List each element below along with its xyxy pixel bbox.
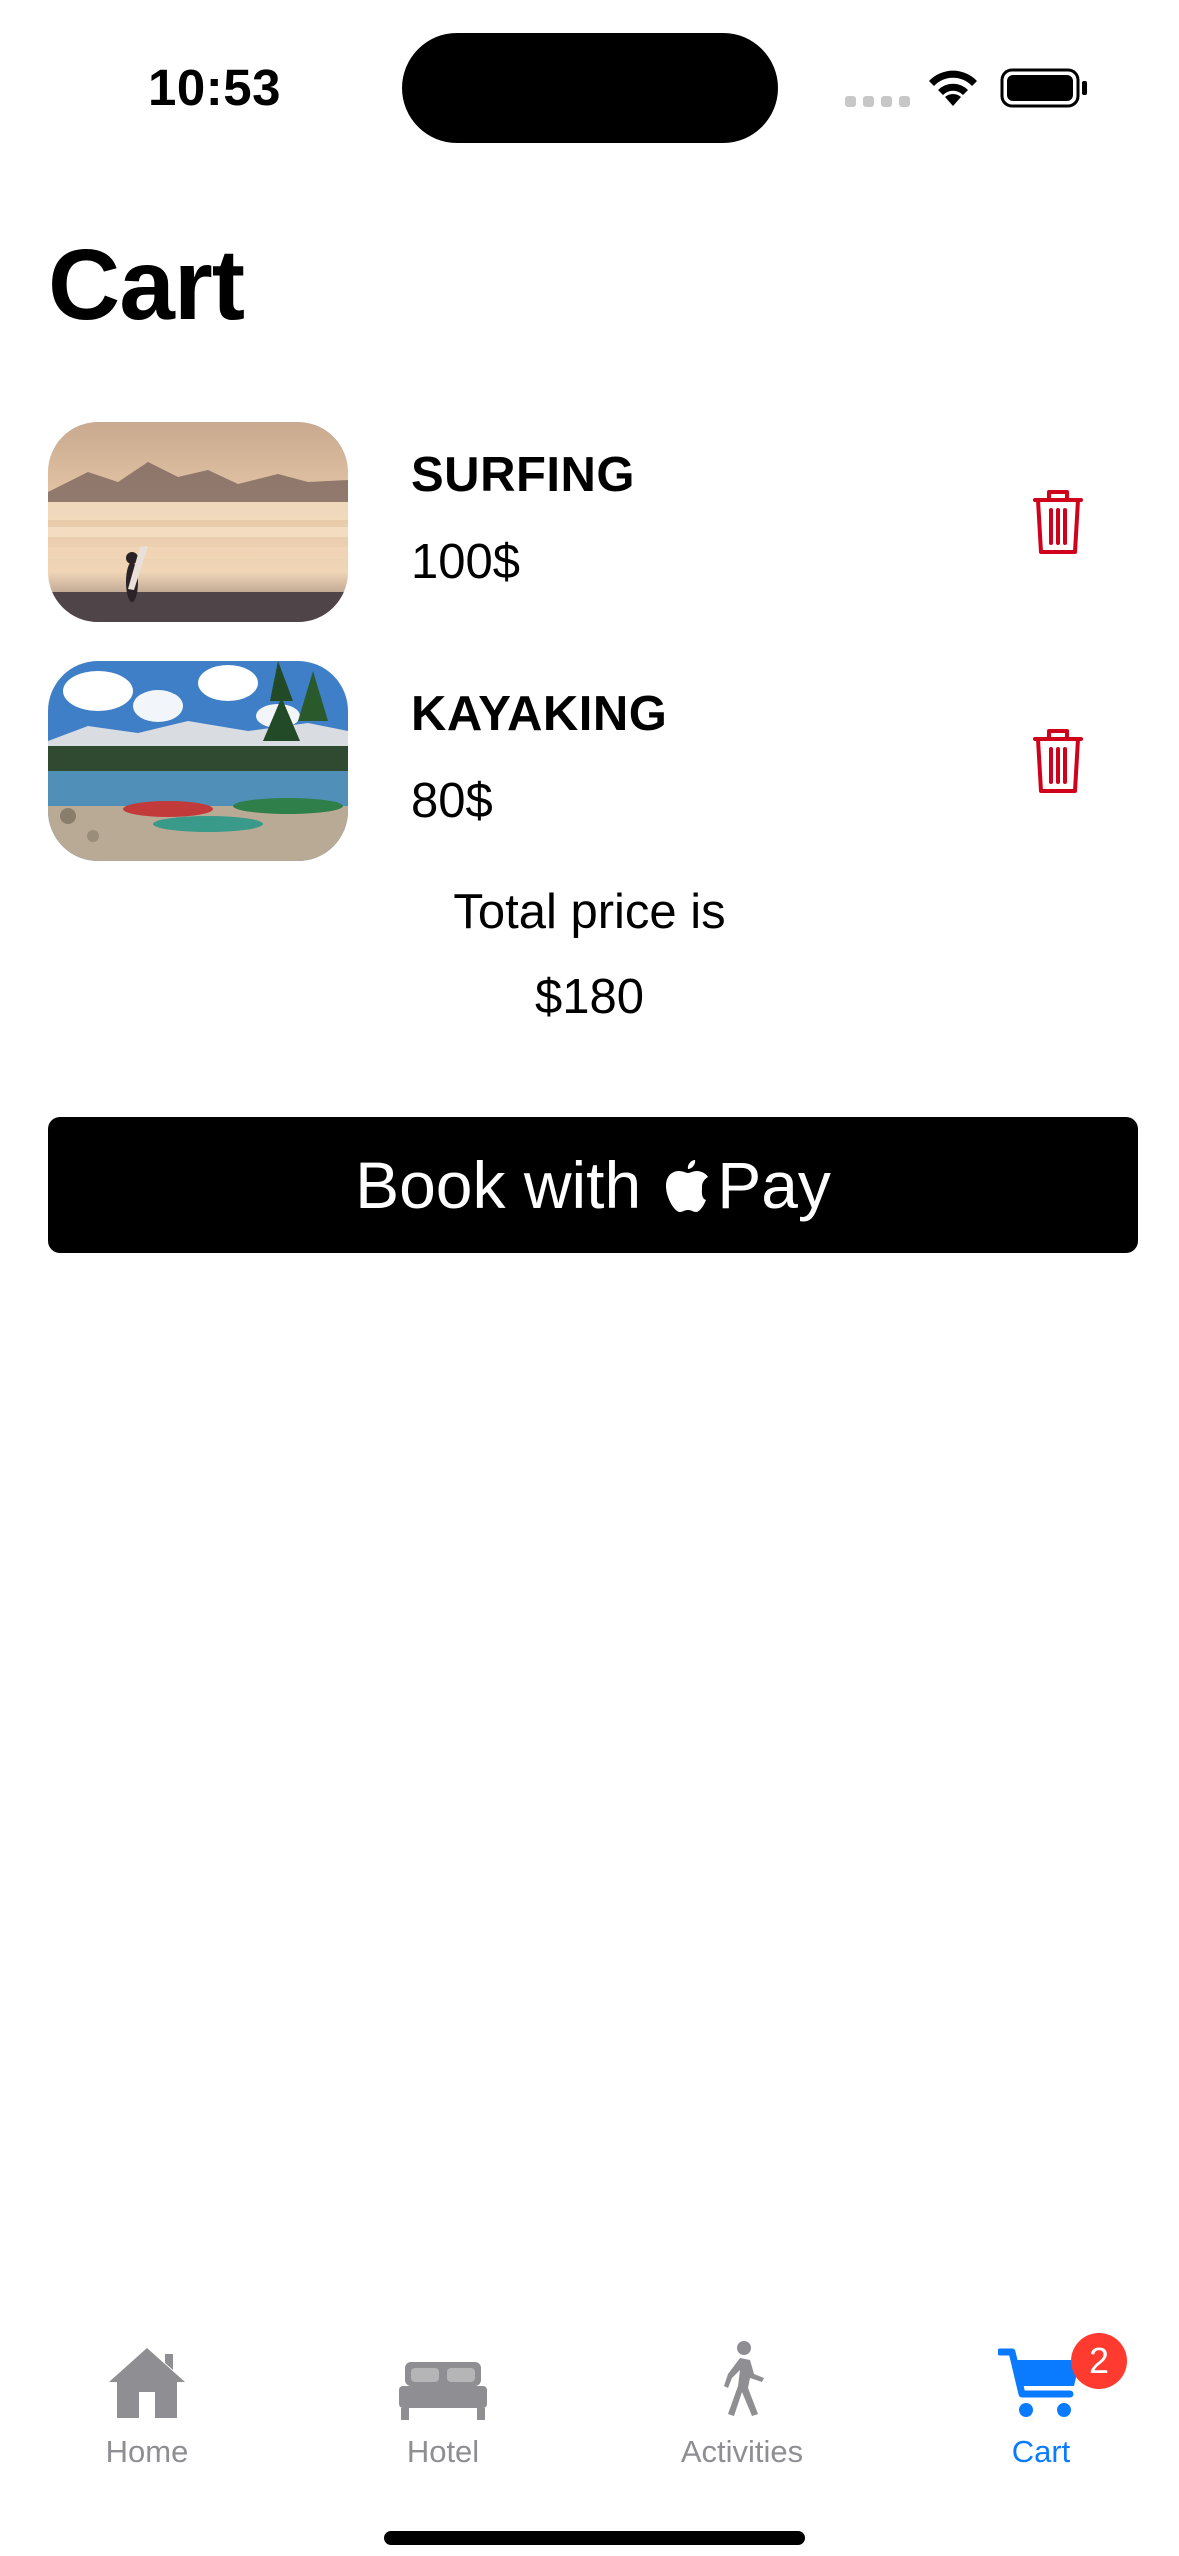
battery-icon bbox=[1000, 68, 1087, 108]
delete-surfing-button[interactable] bbox=[1023, 486, 1093, 558]
item-name: KAYAKING bbox=[411, 687, 668, 741]
tab-label: Cart bbox=[1011, 2434, 1071, 2469]
item-image-surfing bbox=[48, 422, 348, 622]
item-image-kayaking bbox=[48, 661, 348, 861]
tab-label: Activities bbox=[680, 2434, 804, 2469]
trash-icon bbox=[1033, 490, 1083, 554]
cart-count-badge: 2 bbox=[1071, 2333, 1127, 2389]
bed-icon bbox=[399, 2362, 487, 2420]
tab-home[interactable]: Home bbox=[47, 2330, 247, 2470]
cart-item: SURFING 100$ bbox=[48, 422, 1138, 622]
house-icon bbox=[107, 2348, 185, 2418]
page-title: Cart bbox=[48, 229, 245, 341]
tab-label: Hotel bbox=[406, 2434, 480, 2469]
total-price-value: $180 bbox=[534, 970, 644, 1024]
item-price: 100$ bbox=[411, 535, 521, 589]
dynamic-island bbox=[402, 33, 778, 143]
book-with-apple-pay-button[interactable]: Book with Pay bbox=[48, 1117, 1138, 1253]
item-price: 80$ bbox=[411, 774, 493, 828]
tab-activities[interactable]: Activities bbox=[642, 2330, 842, 2470]
walking-figure-icon bbox=[724, 2341, 764, 2416]
tab-label: Home bbox=[105, 2434, 189, 2469]
pay-button-prefix: Book with bbox=[355, 1148, 642, 1222]
cart-item: KAYAKING 80$ bbox=[48, 661, 1138, 861]
home-indicator[interactable] bbox=[384, 2531, 805, 2545]
item-name: SURFING bbox=[411, 448, 635, 502]
status-time: 10:53 bbox=[148, 59, 281, 116]
tab-hotel[interactable]: Hotel bbox=[343, 2330, 543, 2470]
apple-icon bbox=[666, 1160, 709, 1212]
cellular-signal-icon bbox=[845, 96, 910, 107]
wifi-icon bbox=[929, 70, 977, 106]
trash-icon bbox=[1033, 729, 1083, 793]
delete-kayaking-button[interactable] bbox=[1023, 725, 1093, 797]
total-price-label: Total price is bbox=[453, 885, 726, 939]
pay-button-suffix: Pay bbox=[717, 1148, 831, 1222]
